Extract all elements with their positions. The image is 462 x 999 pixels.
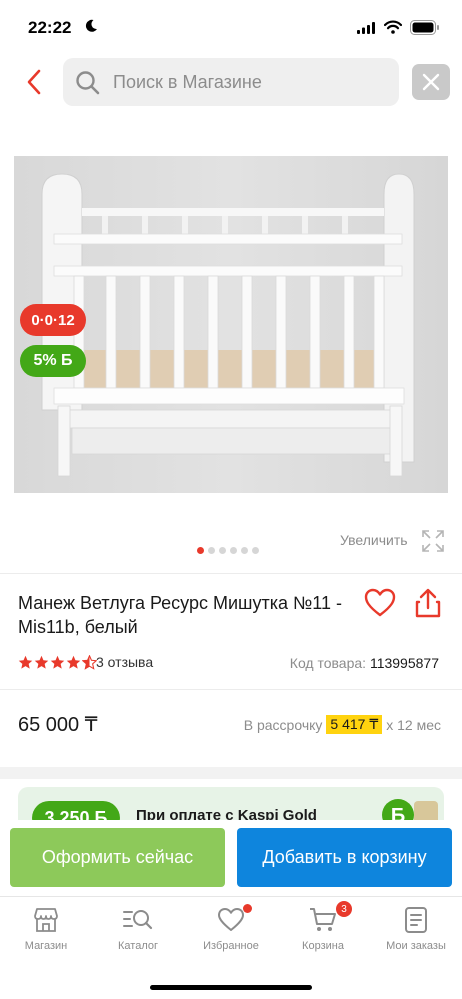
nav-label: Каталог xyxy=(118,940,158,952)
back-arrow-icon xyxy=(27,69,41,95)
orders-icon xyxy=(405,907,427,933)
catalog-search-icon xyxy=(123,910,153,930)
signal-icon xyxy=(357,22,375,34)
pagination-dot[interactable] xyxy=(241,547,248,554)
installment-badge: 0·0·12 xyxy=(20,304,86,336)
nav-item-cart[interactable]: 3 Корзина xyxy=(283,901,363,952)
pagination-dot[interactable] xyxy=(230,547,237,554)
installment-prefix: В рассрочку xyxy=(243,716,323,733)
zoom-link[interactable]: Увеличить xyxy=(340,532,408,548)
installment-amount: 5 417 ₸ xyxy=(326,715,383,734)
divider xyxy=(0,573,462,574)
favorite-heart-icon[interactable] xyxy=(364,588,396,618)
action-bar: Оформить сейчас Добавить в корзину xyxy=(0,820,462,896)
installment-suffix: х 12 мес xyxy=(386,716,441,733)
nav-item-catalog[interactable]: Каталог xyxy=(98,905,178,952)
cart-icon xyxy=(310,908,336,931)
star-half-icon xyxy=(82,655,97,670)
home-indicator xyxy=(150,985,312,990)
star-icon xyxy=(66,655,81,669)
expand-icon[interactable] xyxy=(421,529,445,553)
order-now-button[interactable]: Оформить сейчас xyxy=(10,828,225,887)
star-icon xyxy=(50,655,65,669)
divider xyxy=(0,689,462,690)
clear-search-button[interactable] xyxy=(412,64,450,100)
pagination-dot[interactable] xyxy=(197,547,204,554)
search-header xyxy=(0,52,462,114)
status-bar: 22:22 xyxy=(0,0,462,52)
pagination-dot[interactable] xyxy=(219,547,226,554)
nav-item-favorites[interactable]: Избранное xyxy=(191,904,271,952)
image-pagination[interactable] xyxy=(197,547,259,554)
pagination-dot[interactable] xyxy=(208,547,215,554)
product-code-value: 113995877 xyxy=(369,655,439,671)
star-icon xyxy=(34,655,49,669)
reviews-link[interactable]: 3 отзыва xyxy=(96,654,153,670)
close-icon xyxy=(422,73,440,91)
bottom-nav: Магазин Каталог Избранное 3 Корзина Мои … xyxy=(0,896,462,999)
product-code: Код товара: 113995877 xyxy=(290,655,439,671)
nav-label: Магазин xyxy=(24,940,68,952)
rating-stars xyxy=(18,655,97,670)
pagination-dot[interactable] xyxy=(252,547,259,554)
nav-label: Корзина xyxy=(302,940,344,952)
section-separator xyxy=(0,767,462,779)
product-title: Манеж Ветлуга Ресурс Мишутка №11 - Mis11… xyxy=(18,593,342,637)
back-button[interactable] xyxy=(18,62,50,102)
favorites-dot xyxy=(243,904,252,913)
nav-label: Мои заказы xyxy=(386,940,446,952)
installment-info[interactable]: В рассрочку 5 417 ₸ х 12 мес xyxy=(244,715,441,734)
bonus-badge: 5% Б xyxy=(20,345,86,377)
search-input[interactable] xyxy=(113,58,389,106)
star-icon xyxy=(18,655,33,669)
nav-label: Избранное xyxy=(203,940,259,952)
battery-icon xyxy=(410,20,439,35)
search-box[interactable] xyxy=(63,58,399,106)
share-icon[interactable] xyxy=(414,588,442,618)
moon-icon xyxy=(85,19,97,32)
nav-item-orders[interactable]: Мои заказы xyxy=(376,905,456,952)
add-to-cart-button[interactable]: Добавить в корзину xyxy=(237,828,452,887)
status-time: 22:22 xyxy=(28,18,72,37)
shop-icon xyxy=(34,908,58,932)
search-icon xyxy=(76,71,100,95)
cart-count-badge: 3 xyxy=(336,901,352,917)
product-code-label: Код товара: xyxy=(289,655,367,671)
nav-item-shop[interactable]: Магазин xyxy=(6,905,86,952)
product-price: 65 000 ₸ xyxy=(18,714,98,736)
wifi-icon xyxy=(384,20,402,34)
heart-icon xyxy=(218,908,244,931)
